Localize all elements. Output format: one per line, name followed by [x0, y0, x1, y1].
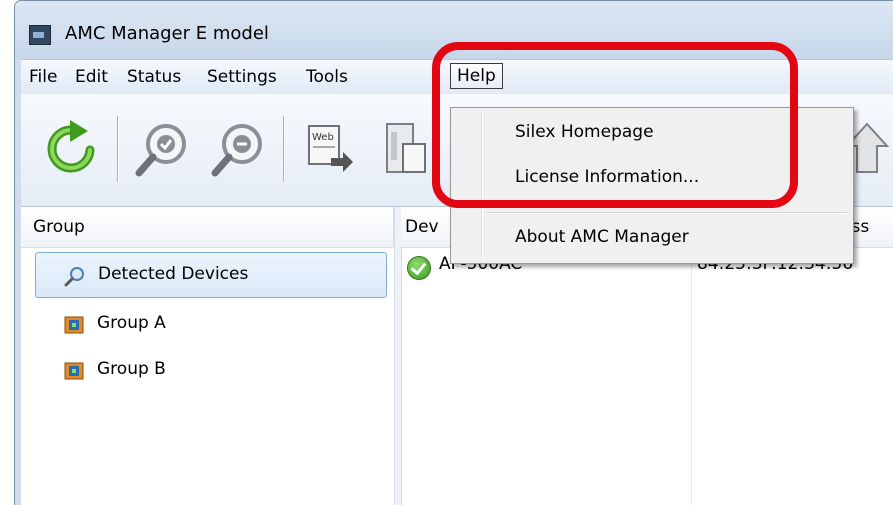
group-header-label: Group	[33, 217, 85, 237]
menu-item-about[interactable]: About AMC Manager	[515, 227, 689, 247]
menu-status[interactable]: Status	[127, 67, 181, 87]
column-divider-line	[691, 248, 692, 505]
red-highlight-annotation	[432, 42, 798, 208]
tree-item-label: Group A	[97, 313, 166, 333]
menu-settings[interactable]: Settings	[207, 67, 277, 87]
search-minus-icon[interactable]	[209, 120, 267, 178]
search-check-icon[interactable]	[133, 120, 191, 178]
device-column-header[interactable]: Dev	[405, 217, 439, 237]
refresh-icon[interactable]	[43, 120, 101, 178]
device-list: AP-500AC 84:25:3F:12:34:56	[401, 248, 893, 505]
toolbar-separator	[283, 116, 285, 182]
tree-item-detected-devices[interactable]: Detected Devices	[35, 252, 387, 298]
group-column-header[interactable]: Group	[21, 207, 394, 248]
tree-item-label: Group B	[97, 359, 166, 379]
window-title: AMC Manager E model	[65, 23, 269, 44]
status-ok-icon	[407, 256, 431, 280]
tree-item-group-a[interactable]: Group A	[35, 302, 385, 346]
group-icon	[64, 316, 84, 334]
tree-item-group-b[interactable]: Group B	[35, 348, 385, 392]
toolbar-separator	[117, 116, 119, 182]
menu-tools[interactable]: Tools	[306, 67, 348, 87]
device-icon[interactable]	[373, 120, 431, 178]
magnifier-icon	[64, 267, 84, 287]
menu-edit[interactable]: Edit	[75, 67, 108, 87]
svg-text:Web: Web	[312, 132, 334, 143]
group-icon	[64, 362, 84, 380]
menu-file[interactable]: File	[29, 67, 57, 87]
web-icon[interactable]: Web	[299, 120, 357, 178]
app-icon	[29, 25, 51, 45]
group-tree: Detected Devices Group A Group B	[21, 248, 393, 505]
menu-separator	[487, 212, 847, 214]
tree-item-label: Detected Devices	[98, 264, 249, 284]
